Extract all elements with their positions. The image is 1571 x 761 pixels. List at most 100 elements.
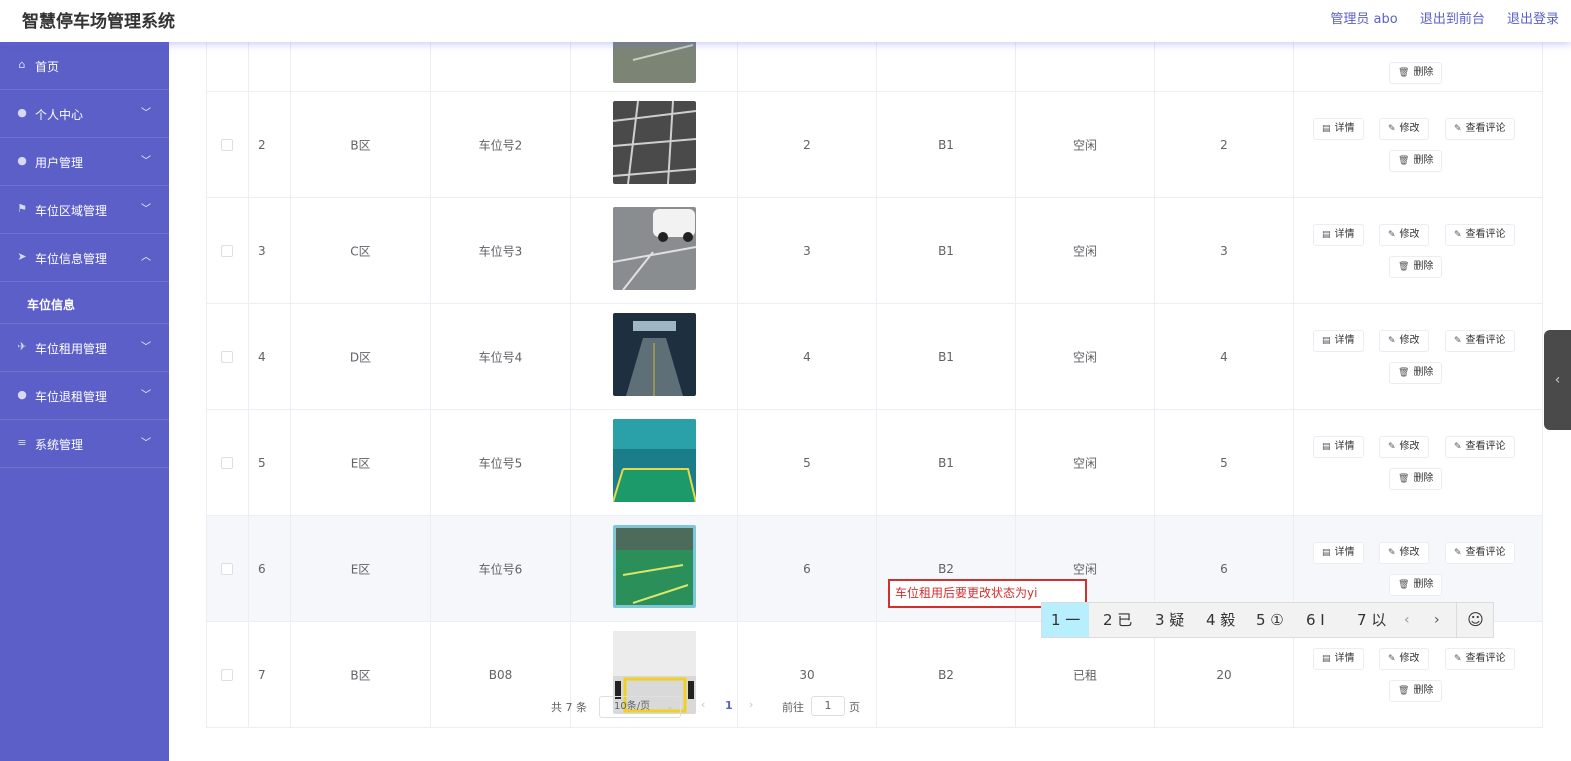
- ime-prev-icon[interactable]: ‹: [1404, 603, 1410, 637]
- menu-icon: ≡: [17, 436, 27, 449]
- detail-button[interactable]: ▤ 详情: [1313, 436, 1364, 458]
- logout-link[interactable]: 退出登录: [1507, 12, 1559, 27]
- edit-button[interactable]: ✎ 修改: [1379, 118, 1429, 140]
- sidebar-item-personal[interactable]: ● 个人中心 ﹀: [0, 90, 169, 138]
- status-cell: 空闲: [1072, 456, 1097, 470]
- row-checkbox[interactable]: [221, 244, 233, 257]
- ime-candidate[interactable]: 4 毅: [1197, 603, 1244, 637]
- total-count: 共 7 条: [551, 701, 587, 714]
- space-no-cell: B08: [488, 667, 513, 682]
- doc-icon: ▤: [1322, 548, 1331, 558]
- status-cell: 空闲: [1072, 138, 1097, 152]
- row-checkbox[interactable]: [221, 138, 233, 151]
- sidebar-item-label: 车位信息管理: [35, 252, 108, 266]
- sidebar-item-return[interactable]: ● 车位退租管理 ﹀: [0, 372, 169, 420]
- row-checkbox[interactable]: [221, 350, 233, 363]
- detail-button[interactable]: ▤ 详情: [1313, 224, 1364, 246]
- sidebar-item-info[interactable]: ➤ 车位信息管理 ︿: [0, 234, 169, 282]
- delete-button[interactable]: 🗑 删除: [1389, 62, 1443, 84]
- view-reviews-button[interactable]: ✎ 查看评论: [1445, 224, 1515, 246]
- delete-button[interactable]: 🗑 删除: [1389, 680, 1443, 702]
- edit-button[interactable]: ✎ 修改: [1379, 542, 1429, 564]
- emoji-icon[interactable]: ☺: [1456, 603, 1494, 637]
- chevron-down-icon: ﹀: [141, 204, 151, 215]
- sidebar-item-home[interactable]: ⌂ 首页: [0, 42, 169, 90]
- view-reviews-button[interactable]: ✎ 查看评论: [1445, 648, 1515, 670]
- sidebar-subitem-label: 车位信息: [27, 298, 76, 312]
- view-reviews-button[interactable]: ✎ 查看评论: [1445, 542, 1515, 564]
- view-reviews-button[interactable]: ✎ 查看评论: [1445, 436, 1515, 458]
- parking-space-image: [613, 525, 696, 608]
- chevron-down-icon: ﹀: [141, 390, 151, 401]
- table-row: 3 C区 车位号3 3 B1 空闲 3 ▤ 详情 ✎ 修改 ✎ 查看评论 🗑 删除: [207, 198, 1542, 304]
- chevron-down-icon: ﹀: [141, 438, 151, 449]
- status-cell: 空闲: [1072, 244, 1097, 258]
- doc-icon: ▤: [1322, 654, 1331, 664]
- view-reviews-button[interactable]: ✎ 查看评论: [1445, 118, 1515, 140]
- pencil-icon: ✎: [1388, 230, 1396, 240]
- delete-button[interactable]: 🗑 删除: [1389, 362, 1443, 384]
- ime-candidate[interactable]: 1 一: [1042, 603, 1090, 637]
- home-icon: ⌂: [18, 58, 26, 71]
- sidebar-item-label: 用户管理: [35, 156, 84, 170]
- ime-candidate[interactable]: 6 Ⅰ: [1297, 603, 1334, 637]
- area-cell: E区: [350, 562, 371, 576]
- trash-icon: 🗑: [1398, 156, 1410, 166]
- ime-candidate[interactable]: 7 以: [1348, 603, 1395, 637]
- ime-candidate[interactable]: 5 ①: [1247, 603, 1293, 637]
- edit-icon: ✎: [1454, 336, 1462, 346]
- ime-candidate[interactable]: 2 已: [1094, 603, 1141, 637]
- ime-candidate-bar: 1 一 2 已 3 疑 4 毅 5 ① 6 Ⅰ 7 以 ‹ › ☺: [1041, 602, 1494, 638]
- sidebar-item-area[interactable]: ⚑ 车位区域管理 ﹀: [0, 186, 169, 234]
- edit-button[interactable]: ✎ 修改: [1379, 330, 1429, 352]
- delete-button[interactable]: 🗑 删除: [1389, 150, 1443, 172]
- plane-icon: ✈: [17, 340, 27, 353]
- ime-next-icon[interactable]: ›: [1434, 603, 1440, 637]
- edit-button[interactable]: ✎ 修改: [1379, 436, 1429, 458]
- doc-icon: ▤: [1322, 442, 1331, 452]
- area-cell: E区: [350, 456, 371, 470]
- page-size-select[interactable]: 10条/页 ⌄: [599, 696, 681, 718]
- back-to-frontend-link[interactable]: 退出到前台: [1420, 12, 1485, 27]
- row-checkbox[interactable]: [221, 562, 233, 575]
- status-cell: 已租: [1072, 668, 1097, 682]
- location-icon: ●: [17, 388, 27, 401]
- row-checkbox[interactable]: [221, 668, 233, 681]
- user-icon: ●: [17, 106, 27, 119]
- edit-icon: ✎: [1454, 442, 1462, 452]
- area-cell: B区: [350, 668, 371, 682]
- prev-page-button[interactable]: ‹: [701, 698, 705, 711]
- sidebar-item-label: 系统管理: [35, 438, 84, 452]
- trash-icon: 🗑: [1398, 474, 1410, 484]
- delete-button[interactable]: 🗑 删除: [1389, 468, 1443, 490]
- page-number[interactable]: 1: [725, 699, 733, 712]
- delete-button[interactable]: 🗑 删除: [1389, 256, 1443, 278]
- edit-button[interactable]: ✎ 修改: [1379, 648, 1429, 670]
- page-suffix: 页: [849, 701, 860, 714]
- row-index: 3: [258, 243, 266, 258]
- ime-candidate[interactable]: 3 疑: [1146, 603, 1193, 637]
- detail-button[interactable]: ▤ 详情: [1313, 118, 1364, 140]
- chevron-down-icon: ﹀: [141, 108, 151, 119]
- pencil-icon: ✎: [1388, 548, 1396, 558]
- detail-button[interactable]: ▤ 详情: [1313, 648, 1364, 670]
- row-index: 7: [258, 667, 266, 682]
- detail-button[interactable]: ▤ 详情: [1313, 542, 1364, 564]
- row-checkbox[interactable]: [221, 456, 233, 469]
- sidebar-subitem-info[interactable]: 车位信息: [0, 282, 169, 324]
- delete-button[interactable]: 🗑 删除: [1389, 574, 1443, 596]
- side-panel-toggle[interactable]: ‹: [1544, 330, 1571, 430]
- edit-button[interactable]: ✎ 修改: [1379, 224, 1429, 246]
- view-reviews-button[interactable]: ✎ 查看评论: [1445, 330, 1515, 352]
- pencil-icon: ✎: [1388, 124, 1396, 134]
- edit-icon: ✎: [1454, 124, 1462, 134]
- sidebar-item-label: 车位租用管理: [35, 342, 108, 356]
- goto-page-input[interactable]: 1: [811, 696, 845, 716]
- user-icon: ●: [17, 154, 27, 167]
- space-no-cell: 车位号3: [478, 244, 523, 258]
- detail-button[interactable]: ▤ 详情: [1313, 330, 1364, 352]
- next-page-button[interactable]: ›: [749, 698, 753, 711]
- sidebar-item-rent[interactable]: ✈ 车位租用管理 ﹀: [0, 324, 169, 372]
- sidebar-item-users[interactable]: ● 用户管理 ﹀: [0, 138, 169, 186]
- sidebar-item-system[interactable]: ≡ 系统管理 ﹀: [0, 420, 169, 468]
